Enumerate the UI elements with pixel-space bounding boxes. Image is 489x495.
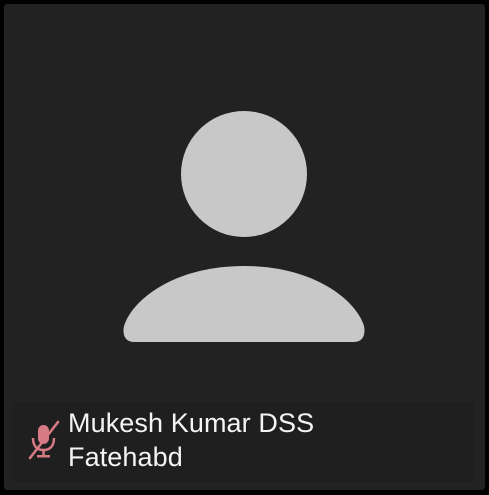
- avatar-body: [123, 266, 365, 342]
- participant-avatar: [4, 4, 485, 404]
- participant-video-tile[interactable]: Mukesh Kumar DSS Fatehabd: [4, 4, 485, 490]
- avatar-head: [181, 111, 307, 237]
- participant-name-bar: Mukesh Kumar DSS Fatehabd: [12, 402, 474, 482]
- participant-name-line-2: Fatehabd: [68, 442, 183, 472]
- person-silhouette-icon: [123, 111, 365, 342]
- mic-muted-icon: [28, 420, 60, 460]
- participant-name-line-1: Mukesh Kumar DSS: [68, 408, 315, 438]
- participant-name: Mukesh Kumar DSS Fatehabd: [68, 406, 468, 474]
